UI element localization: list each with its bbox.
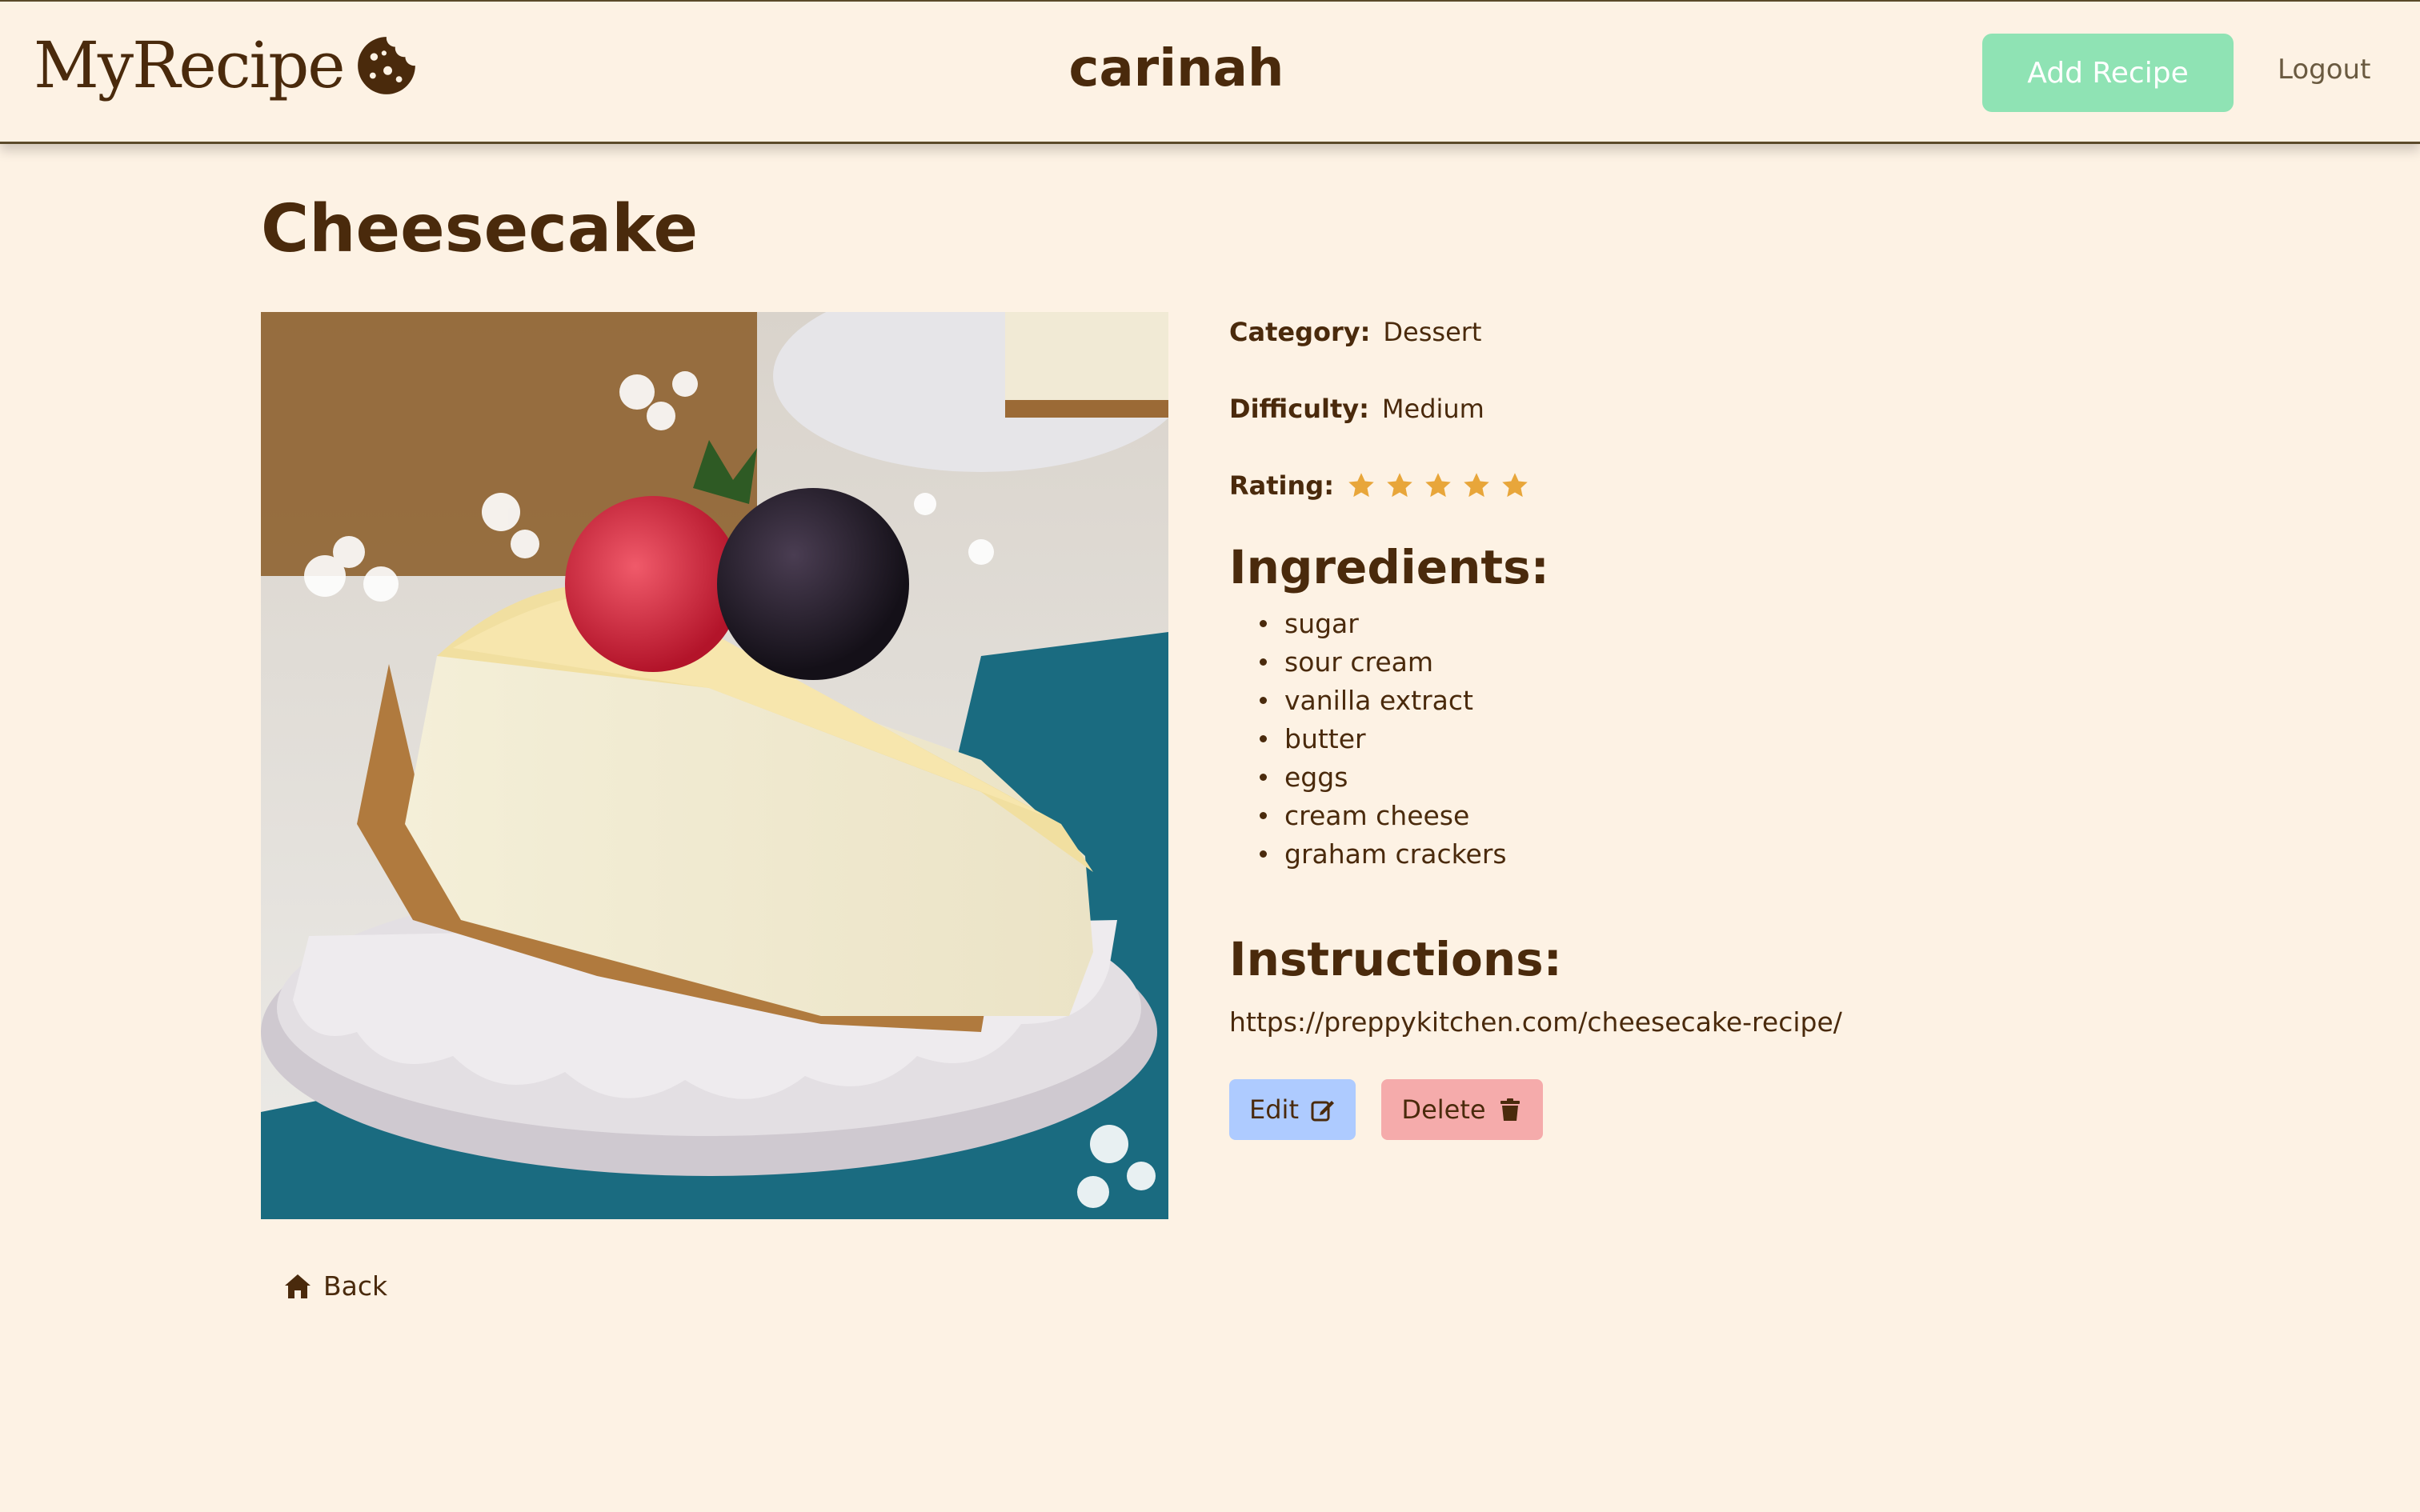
ingredient-text: sour cream bbox=[1284, 646, 1434, 678]
ingredients-list: sugar sour cream vanilla extract butter eggs… bbox=[1229, 605, 2190, 874]
ingredient-item: vanilla extract bbox=[1260, 682, 2190, 720]
ingredient-text: graham crackers bbox=[1284, 838, 1507, 870]
difficulty-value: Medium bbox=[1381, 394, 1484, 424]
rating-row: Rating: bbox=[1229, 466, 2190, 506]
category-row: Category: Dessert bbox=[1229, 312, 2190, 352]
cheesecake-photo bbox=[261, 312, 1168, 1219]
ingredients-heading: Ingredients: bbox=[1229, 540, 1549, 594]
star-icon bbox=[1387, 473, 1412, 498]
delete-button-label: Delete bbox=[1401, 1094, 1486, 1126]
ingredient-text: butter bbox=[1284, 722, 1366, 754]
ingredient-item: graham crackers bbox=[1260, 835, 2190, 874]
ingredient-item: cream cheese bbox=[1260, 797, 2190, 835]
ingredient-item: sour cream bbox=[1260, 643, 2190, 682]
star-icon bbox=[1348, 473, 1374, 498]
recipe-details: Category: Dessert Difficulty: Medium Rat… bbox=[1229, 312, 2190, 1141]
rating-label: Rating: bbox=[1229, 470, 1334, 501]
edit-button-label: Edit bbox=[1249, 1094, 1299, 1126]
top-nav-bar: MyRecipe carinah Add Recipe Logout bbox=[0, 0, 2420, 144]
instructions-heading: Instructions: bbox=[1229, 931, 1562, 986]
bullet-icon bbox=[1260, 658, 1267, 666]
edit-icon bbox=[1311, 1101, 1334, 1122]
rating-stars bbox=[1347, 471, 1529, 500]
star-icon bbox=[1425, 473, 1451, 498]
instructions-text: https://preppykitchen.com/cheesecake-rec… bbox=[1229, 1006, 1842, 1038]
bullet-icon bbox=[1260, 697, 1267, 705]
logout-link[interactable]: Logout bbox=[2278, 56, 2370, 83]
back-label: Back bbox=[323, 1270, 388, 1302]
bullet-icon bbox=[1260, 812, 1267, 820]
back-link[interactable]: Back bbox=[283, 1270, 387, 1302]
recipe-image bbox=[261, 312, 1168, 1219]
trash-icon bbox=[1500, 1098, 1520, 1122]
home-icon bbox=[285, 1274, 311, 1298]
difficulty-label: Difficulty: bbox=[1229, 394, 1369, 424]
ingredient-item: eggs bbox=[1260, 758, 2190, 797]
ingredient-item: sugar bbox=[1260, 605, 2190, 643]
recipe-title: Cheesecake bbox=[261, 191, 699, 267]
ingredient-text: sugar bbox=[1284, 607, 1359, 639]
category-label: Category: bbox=[1229, 317, 1371, 347]
ingredient-item: butter bbox=[1260, 720, 2190, 758]
add-recipe-button[interactable]: Add Recipe bbox=[1982, 34, 2234, 112]
bullet-icon bbox=[1260, 850, 1267, 858]
recipe-actions: Edit Delete bbox=[1229, 1079, 2190, 1141]
category-value: Dessert bbox=[1383, 317, 1482, 347]
difficulty-row: Difficulty: Medium bbox=[1229, 389, 2190, 429]
bullet-icon bbox=[1260, 620, 1267, 628]
ingredient-text: eggs bbox=[1284, 761, 1348, 793]
star-icon bbox=[1464, 473, 1489, 498]
bullet-icon bbox=[1260, 774, 1267, 782]
ingredient-text: cream cheese bbox=[1284, 799, 1470, 831]
ingredient-text: vanilla extract bbox=[1284, 684, 1473, 716]
edit-button[interactable]: Edit bbox=[1229, 1079, 1356, 1141]
star-icon bbox=[1502, 473, 1528, 498]
bullet-icon bbox=[1260, 735, 1267, 743]
delete-button[interactable]: Delete bbox=[1381, 1079, 1543, 1141]
